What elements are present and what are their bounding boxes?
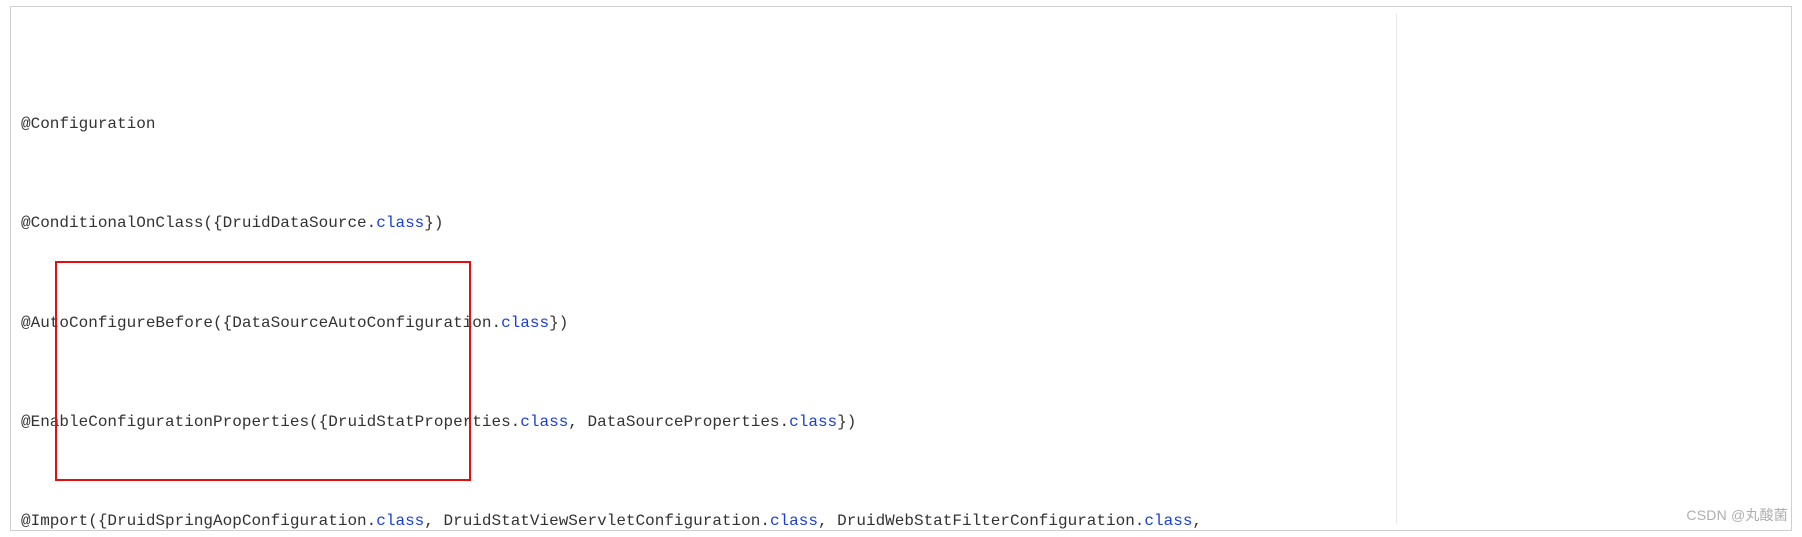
code-line-3: @AutoConfigureBefore({DataSourceAutoConf… (21, 311, 1781, 336)
vertical-separator (1396, 13, 1397, 524)
code-text: , (1192, 512, 1202, 530)
code-line-4: @EnableConfigurationProperties({DruidSta… (21, 410, 1781, 435)
highlight-rectangle (55, 261, 471, 481)
code-container: @Configuration @ConditionalOnClass({Drui… (10, 6, 1792, 531)
watermark-text: CSDN @丸酸菌 (1686, 505, 1788, 527)
code-text: }) (424, 214, 443, 232)
code-text: @EnableConfigurationProperties({DruidSta… (21, 413, 520, 431)
code-line-2: @ConditionalOnClass({DruidDataSource.cla… (21, 211, 1781, 236)
code-text: @Import({DruidSpringAopConfiguration. (21, 512, 376, 530)
code-text: @ConditionalOnClass({DruidDataSource. (21, 214, 376, 232)
code-text: @AutoConfigureBefore({DataSourceAutoConf… (21, 314, 501, 332)
code-text: }) (837, 413, 856, 431)
keyword-class: class (1144, 512, 1192, 530)
viewport: @Configuration @ConditionalOnClass({Drui… (0, 0, 1802, 537)
code-text: , DataSourceProperties. (568, 413, 789, 431)
code-text: , DruidStatViewServletConfiguration. (424, 512, 770, 530)
code-line-1: @Configuration (21, 112, 1781, 137)
keyword-class: class (376, 512, 424, 530)
keyword-class: class (770, 512, 818, 530)
keyword-class: class (789, 413, 837, 431)
code-text: , DruidWebStatFilterConfiguration. (818, 512, 1144, 530)
keyword-class: class (501, 314, 549, 332)
keyword-class: class (376, 214, 424, 232)
code-line-5: @Import({DruidSpringAopConfiguration.cla… (21, 509, 1781, 531)
keyword-class: class (520, 413, 568, 431)
code-text: }) (549, 314, 568, 332)
code-text: @Configuration (21, 115, 155, 133)
